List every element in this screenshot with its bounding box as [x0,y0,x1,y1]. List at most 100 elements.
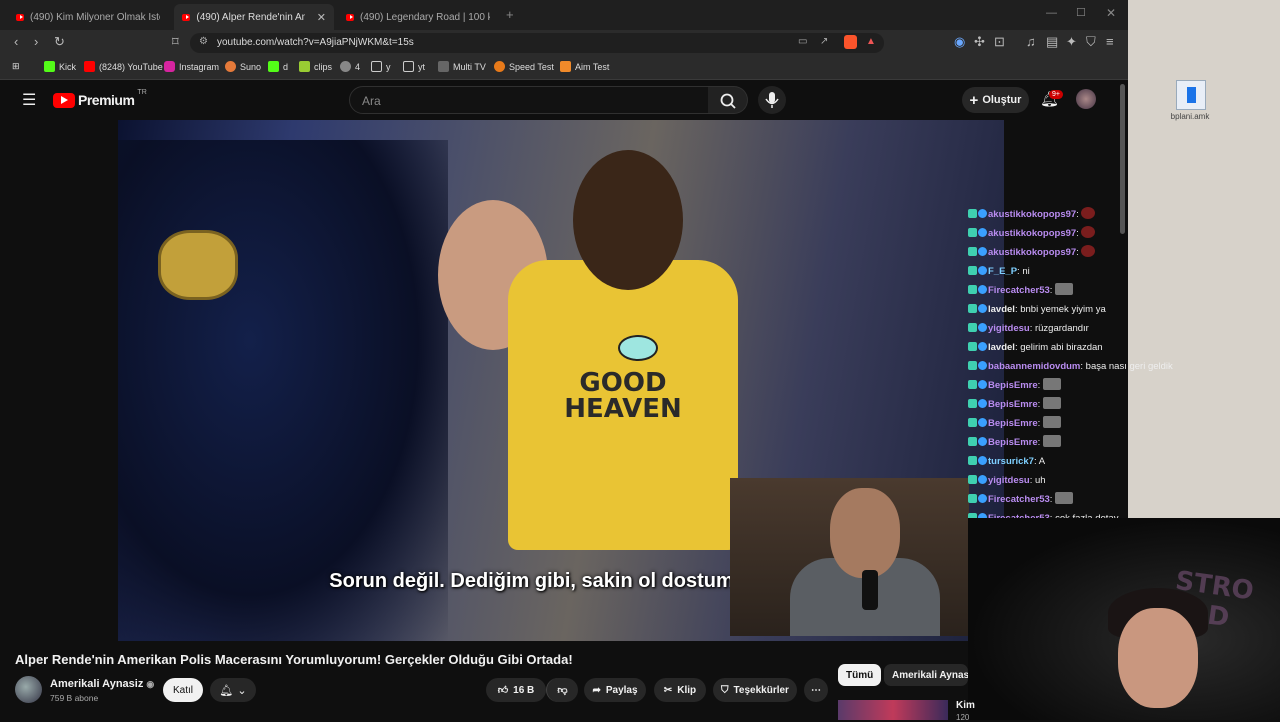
bookmark-kick[interactable]: Kick [44,61,76,72]
chat-badge-icon [968,475,988,486]
chevron-down-icon: ⌄ [237,684,247,697]
close-window-icon[interactable]: ✕ [1106,6,1116,20]
rewards-icon[interactable]: ▲ [866,36,876,47]
bookmark-folder-y[interactable]: y [371,61,391,72]
back-icon[interactable]: ‹ [14,34,18,49]
sidebar-icon[interactable]: ▤ [1046,34,1058,50]
chat-emote-image [1081,245,1096,257]
search-input[interactable]: Ara [349,86,709,114]
tab-2[interactable]: (490) Alper Rende'nin Amerik ✕ [174,4,334,30]
tab-3[interactable]: (490) Legendary Road | 100 km/h - Y [338,4,498,30]
forward-icon[interactable]: › [34,34,38,49]
bookmark-4[interactable]: 4 [340,61,360,72]
chat-message: BepisEmre: [968,433,1128,452]
bookmark-suno[interactable]: Suno [225,61,261,72]
bookmark-icon[interactable]: ⌑ [172,34,179,50]
chat-badge-icon [968,285,988,296]
cast-icon[interactable]: ▭ [798,36,807,47]
apps-icon[interactable]: ⊞ [12,61,20,72]
browser-nav-bar: ‹ › ↻ ⌑ ⚙ youtube.com/watch?v=A9jiaPNjWK… [0,30,1128,56]
vpn-icon[interactable]: ⛉ [1086,34,1096,50]
chat-username: lavdel [988,342,1015,353]
brave-shield-icon[interactable] [844,35,857,49]
like-button[interactable]: 👍︎ 16 B [486,678,546,702]
bookmark-aim-test[interactable]: Aim Test [560,61,609,72]
chat-badge-icon [968,361,988,372]
desktop-file-icon[interactable] [1176,80,1206,110]
bookmark-youtube[interactable]: (8248) YouTube [84,61,163,72]
clip-button[interactable]: ✂ Klip [654,678,706,702]
chat-badge-icon [968,247,988,258]
more-actions-button[interactable]: ⋯ [804,678,828,702]
minimize-icon[interactable]: — [1046,7,1057,19]
bookmark-instagram[interactable]: Instagram [164,61,219,72]
chat-username: akustikkokopops97 [988,209,1077,220]
site-info-icon[interactable]: ⚙ [199,36,208,47]
join-button[interactable]: Katıl [163,678,203,702]
subscribed-bell-button[interactable]: 🔔︎ ⌄ [210,678,256,702]
share-button[interactable]: ➦ Paylaş [584,678,646,702]
chat-message: akustikkokopops97: [968,205,1128,224]
chat-emote-image [1081,226,1096,238]
chat-emote-image [1042,378,1061,390]
logo-text: Premium [78,92,135,108]
desktop-file-label: bplani.amk [1170,112,1210,121]
streamer-webcam-overlay: STRO RLD [968,518,1280,720]
thanks-button[interactable]: ⛉ Teşekkürler [713,678,797,702]
chat-username: babaannemidovdum [988,361,1081,372]
dislike-button[interactable]: 👎︎ [546,678,578,702]
video-frame-person [573,150,683,290]
music-icon[interactable]: ♫ [1026,34,1036,49]
recommended-video-title[interactable]: Kim [956,700,975,711]
wallet-icon[interactable]: ◉ [954,34,965,50]
channel-avatar[interactable] [15,676,42,703]
bookmark-multi-tv[interactable]: Multi TV [438,61,486,72]
chip-all[interactable]: Tümü [838,664,882,686]
chat-badge-icon [968,323,988,334]
chip-channel[interactable]: Amerikali Aynasiz [884,664,968,686]
leo-icon[interactable]: ✦ [1066,34,1077,50]
chat-badge-icon [968,380,988,391]
new-tab-button[interactable]: + [506,7,514,22]
bookmark-speed-test[interactable]: Speed Test [494,61,554,72]
thumbs-up-icon: 👍︎ [497,685,509,696]
maximize-icon[interactable]: ☐ [1076,6,1086,19]
chat-username: tursurick7 [988,456,1034,467]
chat-username: yigitdesu [988,323,1030,334]
bookmark-folder-yt[interactable]: yt [403,61,425,72]
channel-name[interactable]: Amerikali Aynasiz ◉ [50,678,154,690]
share-arrow-icon: ➦ [592,684,601,696]
youtube-logo[interactable]: Premium TR [53,89,147,108]
extensions-icon[interactable]: ✣ [974,34,985,50]
chat-emote-image [1081,207,1096,219]
recommended-video-thumbnail[interactable] [838,700,948,720]
chat-username: Firecatcher53 [988,494,1050,505]
bookmark-clips[interactable]: clips [299,61,332,72]
menu-icon[interactable]: ≡ [1106,34,1114,49]
account-avatar[interactable] [1076,89,1096,109]
search-button[interactable] [708,86,748,114]
close-tab-icon[interactable]: ✕ [317,11,326,24]
shirt-logo-image [618,335,658,361]
create-button[interactable]: + Oluştur [962,87,1029,113]
desktop-background [1128,0,1280,520]
hamburger-menu-icon[interactable]: ☰ [22,90,36,110]
share-icon[interactable]: ↗ [820,36,828,47]
chat-emote-image [1055,492,1074,504]
reload-icon[interactable]: ↻ [54,34,65,50]
chat-username: lavdel [988,304,1015,315]
chat-text: rüzgardandır [1034,323,1089,334]
address-bar[interactable]: ⚙ youtube.com/watch?v=A9jiaPNjWKM&t=15s … [190,33,884,53]
chat-badge-icon [968,304,988,315]
chat-username: F_E_P [988,266,1018,277]
voice-search-button[interactable] [758,86,786,114]
screenshot-icon[interactable]: ⊡ [994,34,1005,50]
tab-title: (490) Kim Milyoner Olmak İster? 120 [30,11,160,23]
bookmark-d[interactable]: d [268,61,288,72]
chat-emote-image [1042,397,1061,409]
chat-badge-icon [968,342,988,353]
chat-badge-icon [968,418,988,429]
tab-1[interactable]: (490) Kim Milyoner Olmak İster? 120 [8,4,168,30]
chat-message: lavdel: bnbi yemek yiyim ya [968,300,1128,319]
chat-username: BepisEmre [988,399,1038,410]
